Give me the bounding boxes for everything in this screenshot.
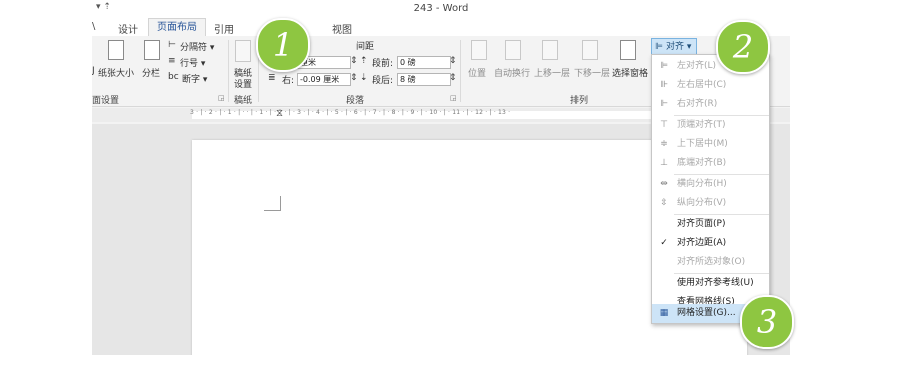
menu-item-align-selected-objects[interactable]: 对齐所选对象(O) [652,253,769,272]
ruler-ticks: 3 · | · 2 · | · 1 · | · · | · 1 · | · 2 … [190,109,511,116]
menu-item-align-bottom[interactable]: ⊥ 底端对齐(B) [652,154,769,173]
space-before-field[interactable]: 0 磅 [397,56,451,69]
title-bar: ▾ ⇡ 243 - Word [92,0,790,18]
draft-paper-icon[interactable] [235,40,251,62]
arrange-group-label: 排列 [570,96,589,106]
hyphenation-button[interactable]: 断字 ▾ [182,72,207,85]
menu-item-align-top[interactable]: ⊤ 顶端对齐(T) [652,116,769,135]
tab-home[interactable]: \ [92,21,95,32]
margins-button-fragment[interactable]: J [92,66,95,76]
paper-size-button[interactable]: 纸张大小 [98,66,134,79]
menu-item-use-alignment-guides[interactable]: 使用对齐参考线(U) [652,274,769,293]
menu-item-align-center[interactable]: ⊪ 左右居中(C) [652,76,769,95]
line-numbers-icon[interactable]: ≡ [168,56,176,66]
distribute-horizontal-icon: ⇹ [660,179,668,189]
spin-arrows-icon[interactable]: ⇕ [350,73,358,83]
align-top-icon: ⊤ [660,120,668,130]
tab-view[interactable]: 视图 [332,21,352,36]
distribute-vertical-icon: ⇳ [660,198,668,208]
space-before-icon: ⇡ [360,56,368,66]
position-button[interactable]: 位置 [468,66,486,79]
space-before-label: 段前: [372,59,394,69]
callout-badge-1: 1 [256,18,310,72]
indent-right-value: -0.09 厘米 [300,75,340,84]
align-bottom-icon: ⊥ [660,158,668,168]
spin-arrows-icon[interactable]: ⇕ [449,73,457,83]
align-middle-icon: ≑ [660,139,668,149]
spin-arrows-icon[interactable]: ⇕ [350,56,358,66]
menu-item-align-right[interactable]: ⊩ 右对齐(R) [652,95,769,114]
bring-forward-button[interactable]: 上移一层 [534,66,570,79]
line-numbers-button[interactable]: 行号 ▾ [180,56,205,69]
indent-right-field[interactable]: -0.09 厘米 [297,73,351,86]
check-icon: ✓ [660,238,668,248]
selection-pane-icon[interactable] [620,40,636,60]
breaks-icon[interactable]: ⊢ [168,40,176,50]
position-icon[interactable] [471,40,487,60]
breaks-button[interactable]: 分隔符 ▾ [180,40,214,53]
menu-item-distribute-horizontal[interactable]: ⇹ 横向分布(H) [652,175,769,194]
paper-size-icon[interactable] [108,40,124,60]
window-title: 243 - Word [413,3,469,14]
indent-right-label: 右: [282,76,295,86]
paragraph-group-label: 段落 [346,96,365,106]
tab-design[interactable]: 设计 [118,21,138,36]
space-before-value: 0 磅 [400,58,416,67]
page-setup-group-label: 面设置 [92,96,120,106]
menu-item-align-to-margin[interactable]: ✓ 对齐边距(A) [652,234,769,253]
group-divider [228,40,229,102]
columns-button[interactable]: 分栏 [142,66,160,79]
send-backward-button[interactable]: 下移一层 [574,66,610,79]
callout-badge-2: 2 [716,20,770,74]
wrap-text-button[interactable]: 自动换行 [494,66,530,79]
spacing-header: 间距 [356,42,375,52]
menu-item-align-to-page[interactable]: 对齐页面(P) [652,215,769,234]
space-after-label: 段后: [372,76,394,86]
page-setup-launcher-icon[interactable]: ◲ [218,94,225,102]
bring-forward-icon[interactable] [542,40,558,60]
send-backward-icon[interactable] [582,40,598,60]
indent-right-icon: ≣ [268,73,276,83]
align-left-icon: ⊫ [660,61,668,71]
wrap-text-icon[interactable] [505,40,521,60]
ribbon-tabs: \ 设计 页面布局 引用 视图 [92,18,790,38]
space-after-icon: ⇣ [360,73,368,83]
space-after-value: 8 磅 [400,75,416,84]
tab-layout[interactable]: 页面布局 [148,18,206,38]
tab-references[interactable]: 引用 [214,21,234,36]
menu-item-distribute-vertical[interactable]: ⇳ 纵向分布(V) [652,194,769,213]
align-right-icon: ⊩ [660,99,668,109]
text-margin-corner [264,196,281,211]
align-menu: ⊫ 左对齐(L) ⊪ 左右居中(C) ⊩ 右对齐(R) ⊤ 顶端对齐(T) ≑ 上下居中(… [651,54,770,324]
draft-settings-line2[interactable]: 设置 [234,77,252,90]
selection-pane-button[interactable]: 选择窗格 [612,66,648,79]
paragraph-launcher-icon[interactable]: ◲ [450,94,457,102]
grid-icon: ▦ [659,308,669,318]
columns-icon[interactable] [144,40,160,60]
align-center-icon: ⊪ [660,80,668,90]
align-icon: ⊫ [655,42,663,52]
align-button-label: 对齐 ▾ [666,42,692,52]
draft-group-label: 稿纸 [234,96,253,106]
callout-badge-3: 3 [740,295,794,349]
spin-arrows-icon[interactable]: ⇕ [449,56,457,66]
space-after-field[interactable]: 8 磅 [397,73,451,86]
group-divider [460,40,461,102]
menu-item-align-middle[interactable]: ≑ 上下居中(M) [652,135,769,154]
indent-marker-icon[interactable]: ⧖ [276,108,283,119]
hyphenation-icon[interactable]: bc [168,72,179,82]
